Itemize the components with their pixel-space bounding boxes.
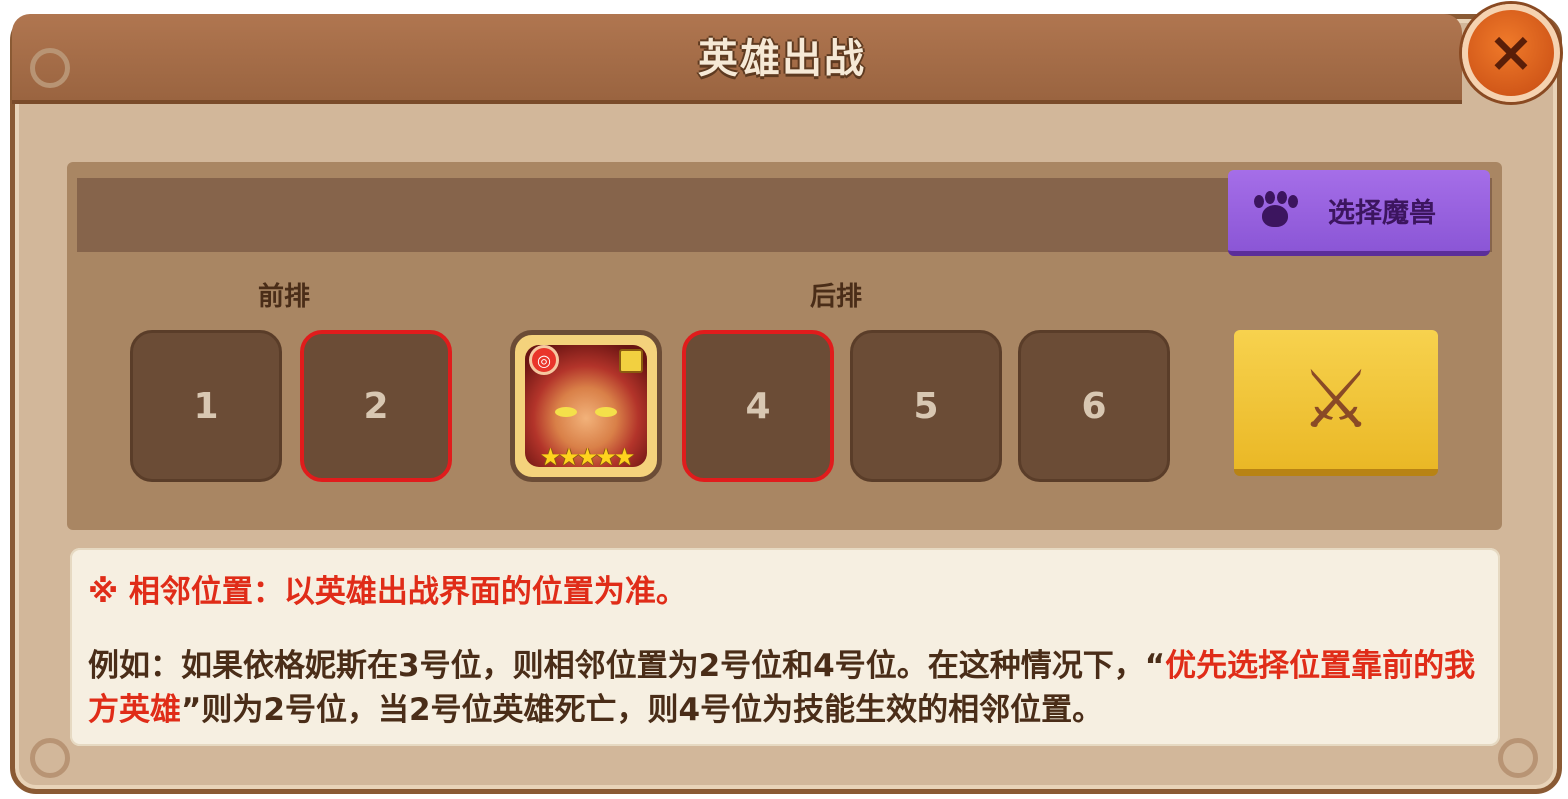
slot-2[interactable]: 2 [300,330,452,482]
slot-number: 6 [1081,385,1107,427]
hero-stars: ★★★★★ [539,443,636,471]
slot-number: 1 [193,385,219,427]
note-example: 例如：如果依格妮斯在3号位，则相邻位置为2号位和4号位。在这种情况下，“优先选择… [88,644,1488,732]
dialog-title: 英雄出战 [698,36,866,82]
slot-number: 5 [913,385,939,427]
puzzle-icon [619,349,643,373]
paw-icon [1250,190,1310,231]
corner-ornament-icon [30,48,70,88]
note-example-text: 例如：如果依格妮斯在3号位，则相邻位置为2号位和4号位。在这种情况下，“ [88,648,1166,684]
corner-ornament-icon [30,738,70,778]
slot-number: 2 [363,385,389,427]
crossed-swords-icon: ⚔ [1300,352,1372,446]
slot-6[interactable]: 6 [1018,330,1170,482]
slot-5[interactable]: 5 [850,330,1002,482]
note-example-text-end: ”则为2号位，当2号位英雄死亡，则4号位为技能生效的相邻位置。 [181,692,1104,728]
slot-number: 4 [745,385,771,427]
close-icon: × [1487,20,1535,85]
note-rule: ※ 相邻位置：以英雄出战界面的位置为准。 [88,574,687,610]
select-beast-label: 选择魔兽 [1328,198,1436,229]
slot-1[interactable]: 1 [130,330,282,482]
corner-ornament-icon [1498,738,1538,778]
front-row-label: 前排 [258,282,311,312]
start-battle-button[interactable]: ⚔ [1234,330,1438,476]
hero-slot-3[interactable]: ◎ ★★★★★ [510,330,662,482]
back-row-label: 后排 [810,282,863,312]
element-badge-icon: ◎ [529,345,559,375]
select-beast-button[interactable]: 选择魔兽 [1228,170,1490,256]
slot-4[interactable]: 4 [682,330,834,482]
close-button[interactable]: × [1462,4,1560,102]
